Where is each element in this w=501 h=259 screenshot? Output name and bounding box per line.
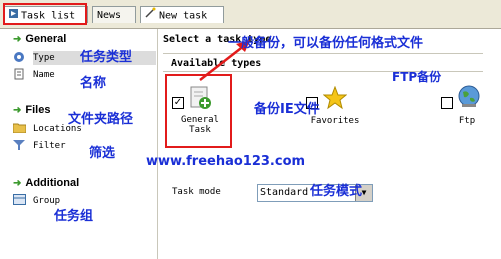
annotation-general-task: 一般备份，可以备份任何格式文件	[228, 36, 424, 51]
watermark-website: www.freehao123.com	[146, 154, 306, 169]
annotation-task-mode: 任务模式	[310, 184, 363, 199]
annotation-ftp: FTP备份	[392, 70, 442, 84]
annotation-filter: 筛选	[89, 146, 116, 161]
annotation-type: 任务类型	[80, 50, 133, 65]
annotation-name: 名称	[80, 76, 107, 91]
annotation-locations: 文件夹路径	[68, 112, 134, 127]
annotation-favorites: 备份IE文件	[254, 102, 320, 117]
annotation-group: 任务组	[54, 209, 94, 224]
